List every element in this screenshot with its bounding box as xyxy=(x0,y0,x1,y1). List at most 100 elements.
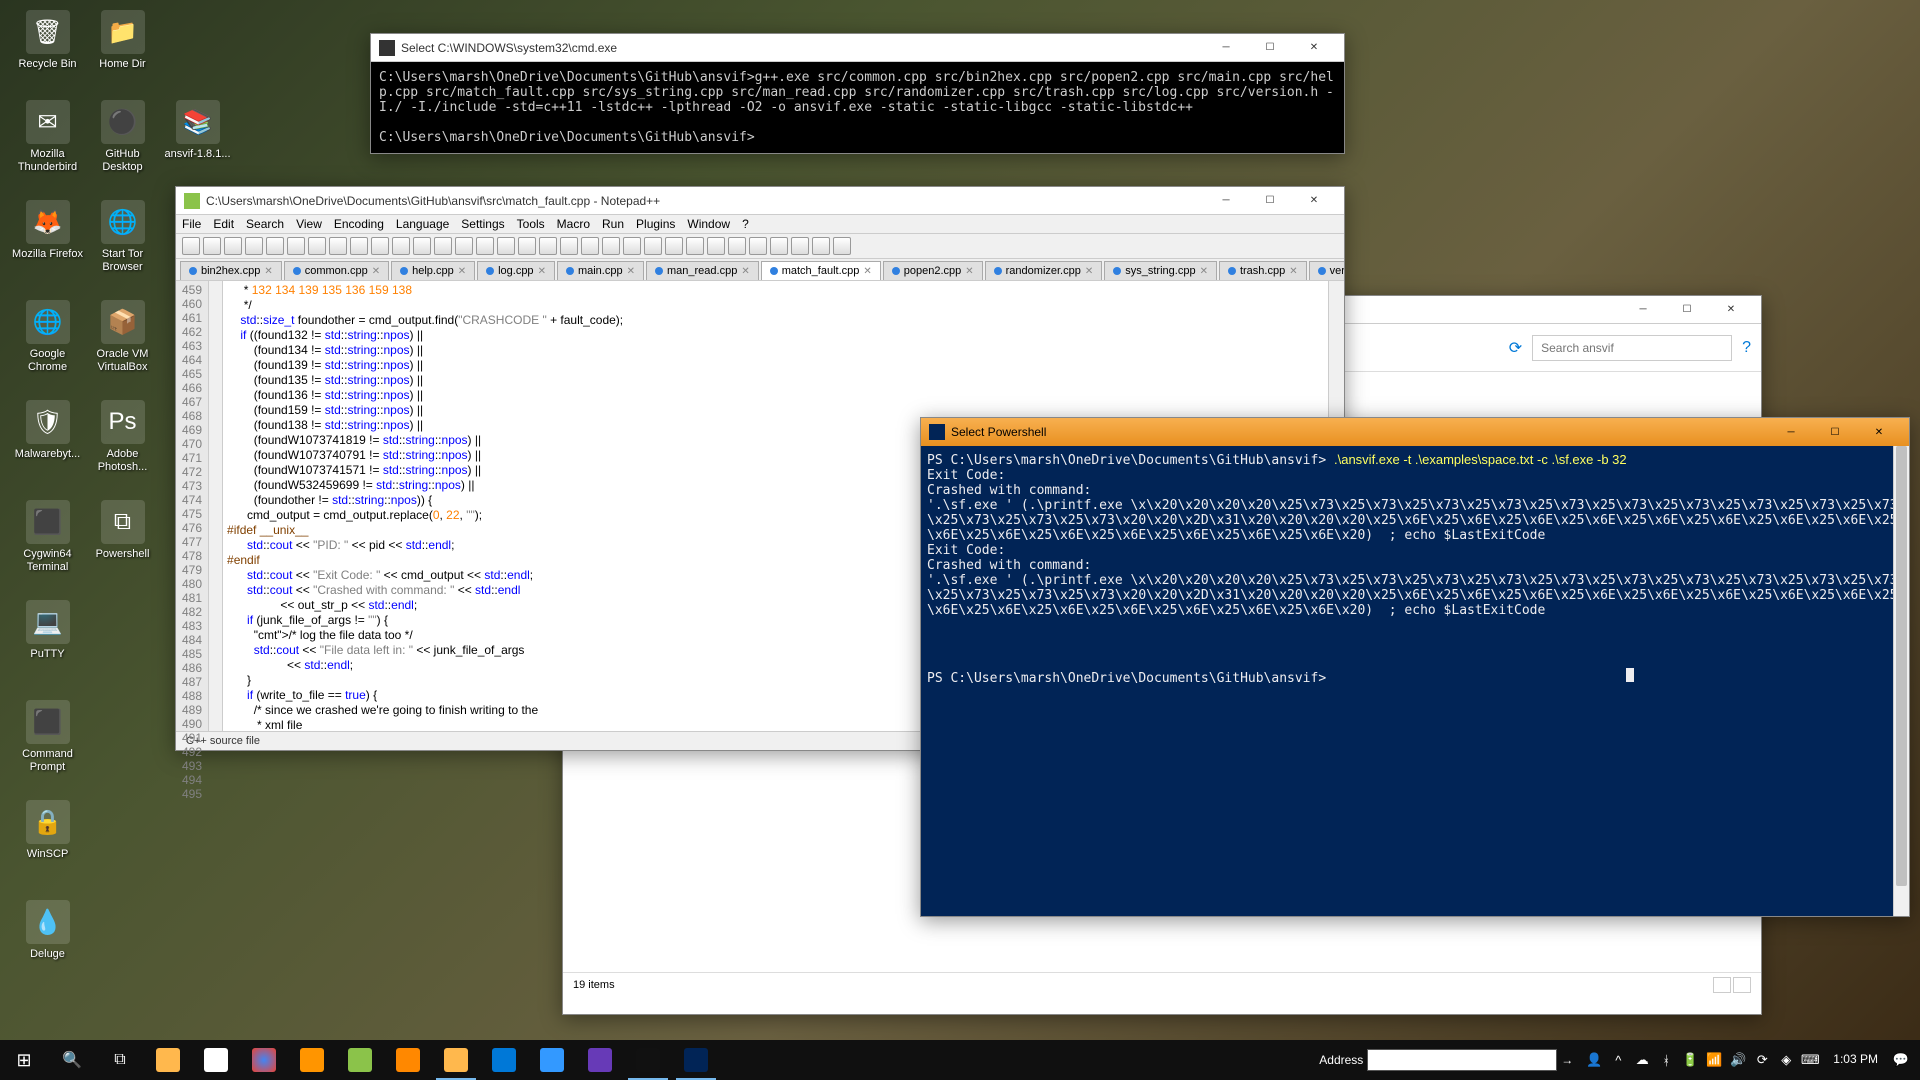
toolbar-button[interactable] xyxy=(833,237,851,255)
tab-close-icon[interactable]: ✕ xyxy=(965,266,973,277)
tray-sync-icon[interactable]: ⟳ xyxy=(1751,1040,1773,1080)
toolbar-button[interactable] xyxy=(350,237,368,255)
tray-bluetooth-icon[interactable]: ᚼ xyxy=(1655,1040,1677,1080)
menu-tools[interactable]: Tools xyxy=(517,217,545,231)
start-button[interactable]: ⊞ xyxy=(0,1040,48,1080)
close-button[interactable]: ✕ xyxy=(1857,418,1901,446)
toolbar-button[interactable] xyxy=(182,237,200,255)
toolbar-button[interactable] xyxy=(644,237,662,255)
taskbar-npp[interactable] xyxy=(336,1040,384,1080)
taskbar-cmd[interactable] xyxy=(624,1040,672,1080)
tab-close-icon[interactable]: ✕ xyxy=(1200,266,1208,277)
toolbar-button[interactable] xyxy=(602,237,620,255)
toolbar-button[interactable] xyxy=(434,237,452,255)
taskbar-vlc[interactable] xyxy=(384,1040,432,1080)
maximize-button[interactable]: ☐ xyxy=(1248,187,1292,215)
menu-settings[interactable]: Settings xyxy=(461,217,504,231)
desktop-icon-thunderbird[interactable]: ✉Mozilla Thunderbird xyxy=(10,100,85,174)
menu-plugins[interactable]: Plugins xyxy=(636,217,675,231)
view-details-icon[interactable] xyxy=(1713,977,1731,993)
toolbar-button[interactable] xyxy=(413,237,431,255)
tab-close-icon[interactable]: ✕ xyxy=(1289,266,1297,277)
tab-randomizer-cpp[interactable]: randomizer.cpp✕ xyxy=(985,261,1103,280)
tab-version-h[interactable]: version.h✕ xyxy=(1309,261,1344,280)
tray-volume-icon[interactable]: 🔊 xyxy=(1727,1040,1749,1080)
menu-view[interactable]: View xyxy=(296,217,322,231)
refresh-icon[interactable]: ⟳ xyxy=(1509,338,1522,358)
go-icon[interactable]: → xyxy=(1561,1053,1573,1067)
tab-popen2-cpp[interactable]: popen2.cpp✕ xyxy=(883,261,983,280)
toolbar-button[interactable] xyxy=(707,237,725,255)
desktop-icon-photoshop[interactable]: PsAdobe Photosh... xyxy=(85,400,160,474)
tab-man_read-cpp[interactable]: man_read.cpp✕ xyxy=(646,261,759,280)
npp-titlebar[interactable]: C:\Users\marsh\OneDrive\Documents\GitHub… xyxy=(176,187,1344,215)
tab-close-icon[interactable]: ✕ xyxy=(627,266,635,277)
toolbar-button[interactable] xyxy=(266,237,284,255)
explorer-search-input[interactable] xyxy=(1532,335,1732,361)
close-button[interactable]: ✕ xyxy=(1292,34,1336,62)
toolbar-button[interactable] xyxy=(560,237,578,255)
taskbar-edge[interactable] xyxy=(480,1040,528,1080)
tab-close-icon[interactable]: ✕ xyxy=(264,266,272,277)
tab-close-icon[interactable]: ✕ xyxy=(863,266,871,277)
toolbar-button[interactable] xyxy=(518,237,536,255)
tab-help-cpp[interactable]: help.cpp✕ xyxy=(391,261,475,280)
toolbar-button[interactable] xyxy=(224,237,242,255)
maximize-button[interactable]: ☐ xyxy=(1813,418,1857,446)
desktop-icon-github-desktop[interactable]: ⚫GitHub Desktop xyxy=(85,100,160,174)
menu-run[interactable]: Run xyxy=(602,217,624,231)
toolbar-button[interactable] xyxy=(686,237,704,255)
menu-language[interactable]: Language xyxy=(396,217,449,231)
tray-up-icon[interactable]: ^ xyxy=(1607,1040,1629,1080)
tray-wifi-icon[interactable]: 📶 xyxy=(1703,1040,1725,1080)
tab-close-icon[interactable]: ✕ xyxy=(458,266,466,277)
toolbar-button[interactable] xyxy=(287,237,305,255)
desktop-icon-malwarebytes[interactable]: 🛡Malwarebyt... xyxy=(10,400,85,461)
tray-battery-icon[interactable]: 🔋 xyxy=(1679,1040,1701,1080)
toolbar-button[interactable] xyxy=(392,237,410,255)
minimize-button[interactable]: ─ xyxy=(1769,418,1813,446)
taskbar-winscp[interactable] xyxy=(528,1040,576,1080)
close-button[interactable]: ✕ xyxy=(1292,187,1336,215)
tray-onedrive-icon[interactable]: ☁ xyxy=(1631,1040,1653,1080)
desktop-icon-virtualbox[interactable]: 📦Oracle VM VirtualBox xyxy=(85,300,160,374)
ps-titlebar[interactable]: Select Powershell ─ ☐ ✕ xyxy=(921,418,1909,446)
toolbar-button[interactable] xyxy=(329,237,347,255)
desktop-icon-chrome[interactable]: 🌐Google Chrome xyxy=(10,300,85,374)
taskbar-explorer-open[interactable] xyxy=(432,1040,480,1080)
desktop-icon-winscp[interactable]: 🔒WinSCP xyxy=(10,800,85,861)
tab-match_fault-cpp[interactable]: match_fault.cpp✕ xyxy=(761,261,881,280)
maximize-button[interactable]: ☐ xyxy=(1248,34,1292,62)
desktop-icon-firefox[interactable]: 🦊Mozilla Firefox xyxy=(10,200,85,261)
tab-bin2hex-cpp[interactable]: bin2hex.cpp✕ xyxy=(180,261,282,280)
desktop-icon-deluge[interactable]: 💧Deluge xyxy=(10,900,85,961)
tab-common-cpp[interactable]: common.cpp✕ xyxy=(284,261,389,280)
toolbar-button[interactable] xyxy=(665,237,683,255)
notifications-icon[interactable]: 💬 xyxy=(1890,1040,1912,1080)
view-icons-icon[interactable] xyxy=(1733,977,1751,993)
toolbar-button[interactable] xyxy=(203,237,221,255)
toolbar-button[interactable] xyxy=(497,237,515,255)
toolbar-button[interactable] xyxy=(245,237,263,255)
taskbar-app[interactable] xyxy=(576,1040,624,1080)
tab-close-icon[interactable]: ✕ xyxy=(1085,266,1093,277)
taskbar-store[interactable] xyxy=(192,1040,240,1080)
menu-search[interactable]: Search xyxy=(246,217,284,231)
taskbar-firefox[interactable] xyxy=(288,1040,336,1080)
tab-close-icon[interactable]: ✕ xyxy=(372,266,380,277)
taskbar-clock[interactable]: 1:03 PM xyxy=(1823,1052,1888,1068)
vertical-scrollbar[interactable] xyxy=(1893,446,1909,916)
cmd-output[interactable]: C:\Users\marsh\OneDrive\Documents\GitHub… xyxy=(371,62,1344,153)
toolbar-button[interactable] xyxy=(770,237,788,255)
menu-encoding[interactable]: Encoding xyxy=(334,217,384,231)
toolbar-button[interactable] xyxy=(749,237,767,255)
fold-column[interactable] xyxy=(209,281,223,731)
toolbar-button[interactable] xyxy=(812,237,830,255)
toolbar-button[interactable] xyxy=(539,237,557,255)
address-input[interactable] xyxy=(1367,1049,1557,1071)
tab-sys_string-cpp[interactable]: sys_string.cpp✕ xyxy=(1104,261,1217,280)
close-button[interactable]: ✕ xyxy=(1709,296,1753,324)
tab-trash-cpp[interactable]: trash.cpp✕ xyxy=(1219,261,1307,280)
taskbar[interactable]: ⊞ 🔍 ⧉ Address → 👤 ^ ☁ ᚼ 🔋 📶 🔊 ⟳ ◈ ⌨ 1:03… xyxy=(0,1040,1920,1080)
tab-close-icon[interactable]: ✕ xyxy=(741,266,749,277)
